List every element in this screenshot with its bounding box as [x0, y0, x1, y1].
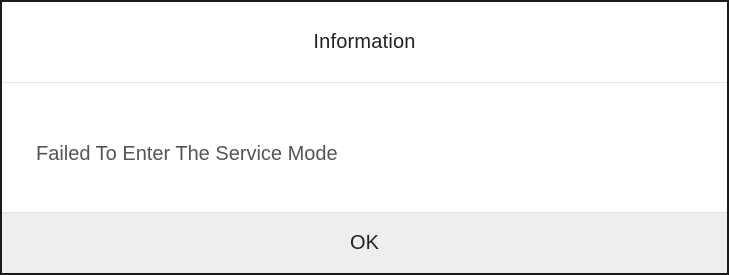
dialog-header: Information [2, 2, 727, 83]
ok-button-label: OK [350, 231, 379, 254]
dialog-title: Information [313, 30, 416, 53]
dialog-message: Failed To Enter The Service Mode [36, 143, 338, 165]
dialog-body: Failed To Enter The Service Mode [2, 83, 727, 218]
information-dialog: Information Failed To Enter The Service … [0, 0, 729, 275]
ok-button[interactable]: OK [2, 212, 727, 273]
